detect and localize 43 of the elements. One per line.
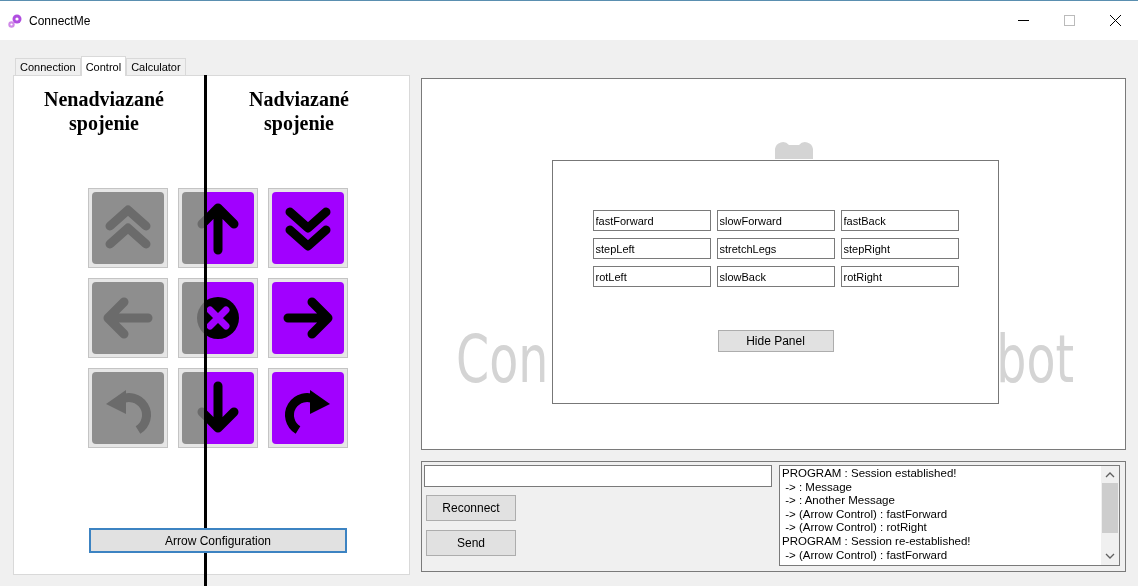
arrow-button[interactable] — [178, 368, 258, 448]
log-line: PROGRAM : Session re-established! — [782, 534, 972, 549]
arrow-button[interactable] — [268, 368, 348, 448]
arrow-button[interactable] — [268, 188, 348, 268]
command-field[interactable]: rotLeft — [592, 266, 711, 287]
command-field[interactable]: stepLeft — [592, 238, 711, 259]
scrollbar[interactable] — [1101, 466, 1119, 565]
section-heading: Nadviazané spojenie — [248, 87, 350, 135]
command-field[interactable]: slowBack — [716, 266, 835, 287]
arrow-button[interactable] — [268, 278, 348, 358]
log-line: -> (Arrow Control) : fastForward — [784, 507, 949, 522]
command-field[interactable]: rotRight — [840, 266, 959, 287]
tab[interactable]: Control — [80, 56, 127, 76]
left-arrow-icon — [103, 297, 153, 339]
arrow-configuration-button[interactable]: Arrow Configuration — [89, 528, 347, 553]
command-field[interactable]: stepRight — [840, 238, 959, 259]
command-field[interactable]: fastBack — [840, 210, 959, 231]
window-title: ConnectMe — [29, 13, 91, 28]
command-field[interactable]: stretchLegs — [716, 238, 835, 259]
right-arrow-icon — [283, 297, 333, 339]
section-heading: Nenadviazané spojenie — [43, 87, 165, 135]
double-up-icon — [105, 205, 151, 249]
send-button[interactable]: Send — [426, 530, 516, 556]
log-line: -> : Another Message — [784, 494, 896, 508]
log-line: -> (Arrow Control) : fastForward — [784, 548, 949, 563]
gears-icon — [7, 12, 23, 29]
command-field[interactable]: slowForward — [716, 210, 835, 231]
command-field[interactable]: fastForward — [592, 210, 711, 231]
hide-panel-button[interactable]: Hide Panel — [717, 330, 834, 352]
rotate-left-icon — [106, 390, 151, 434]
close-icon — [1109, 15, 1121, 26]
arrow-button[interactable] — [178, 188, 258, 268]
tab[interactable]: Calculator — [126, 58, 186, 75]
rotate-right-icon — [285, 390, 330, 434]
reconnect-button[interactable]: Reconnect — [426, 495, 516, 521]
log-line: -> : Message — [784, 480, 853, 495]
log-line: -> (Arrow Control) : rotRight — [784, 521, 928, 535]
maximize-icon — [1063, 15, 1075, 26]
tab[interactable]: Connection — [15, 58, 81, 75]
double-down-icon — [285, 207, 331, 251]
arrow-button[interactable] — [178, 278, 258, 358]
log-line: PROGRAM : Session established! — [782, 467, 958, 481]
message-field[interactable] — [424, 465, 772, 487]
